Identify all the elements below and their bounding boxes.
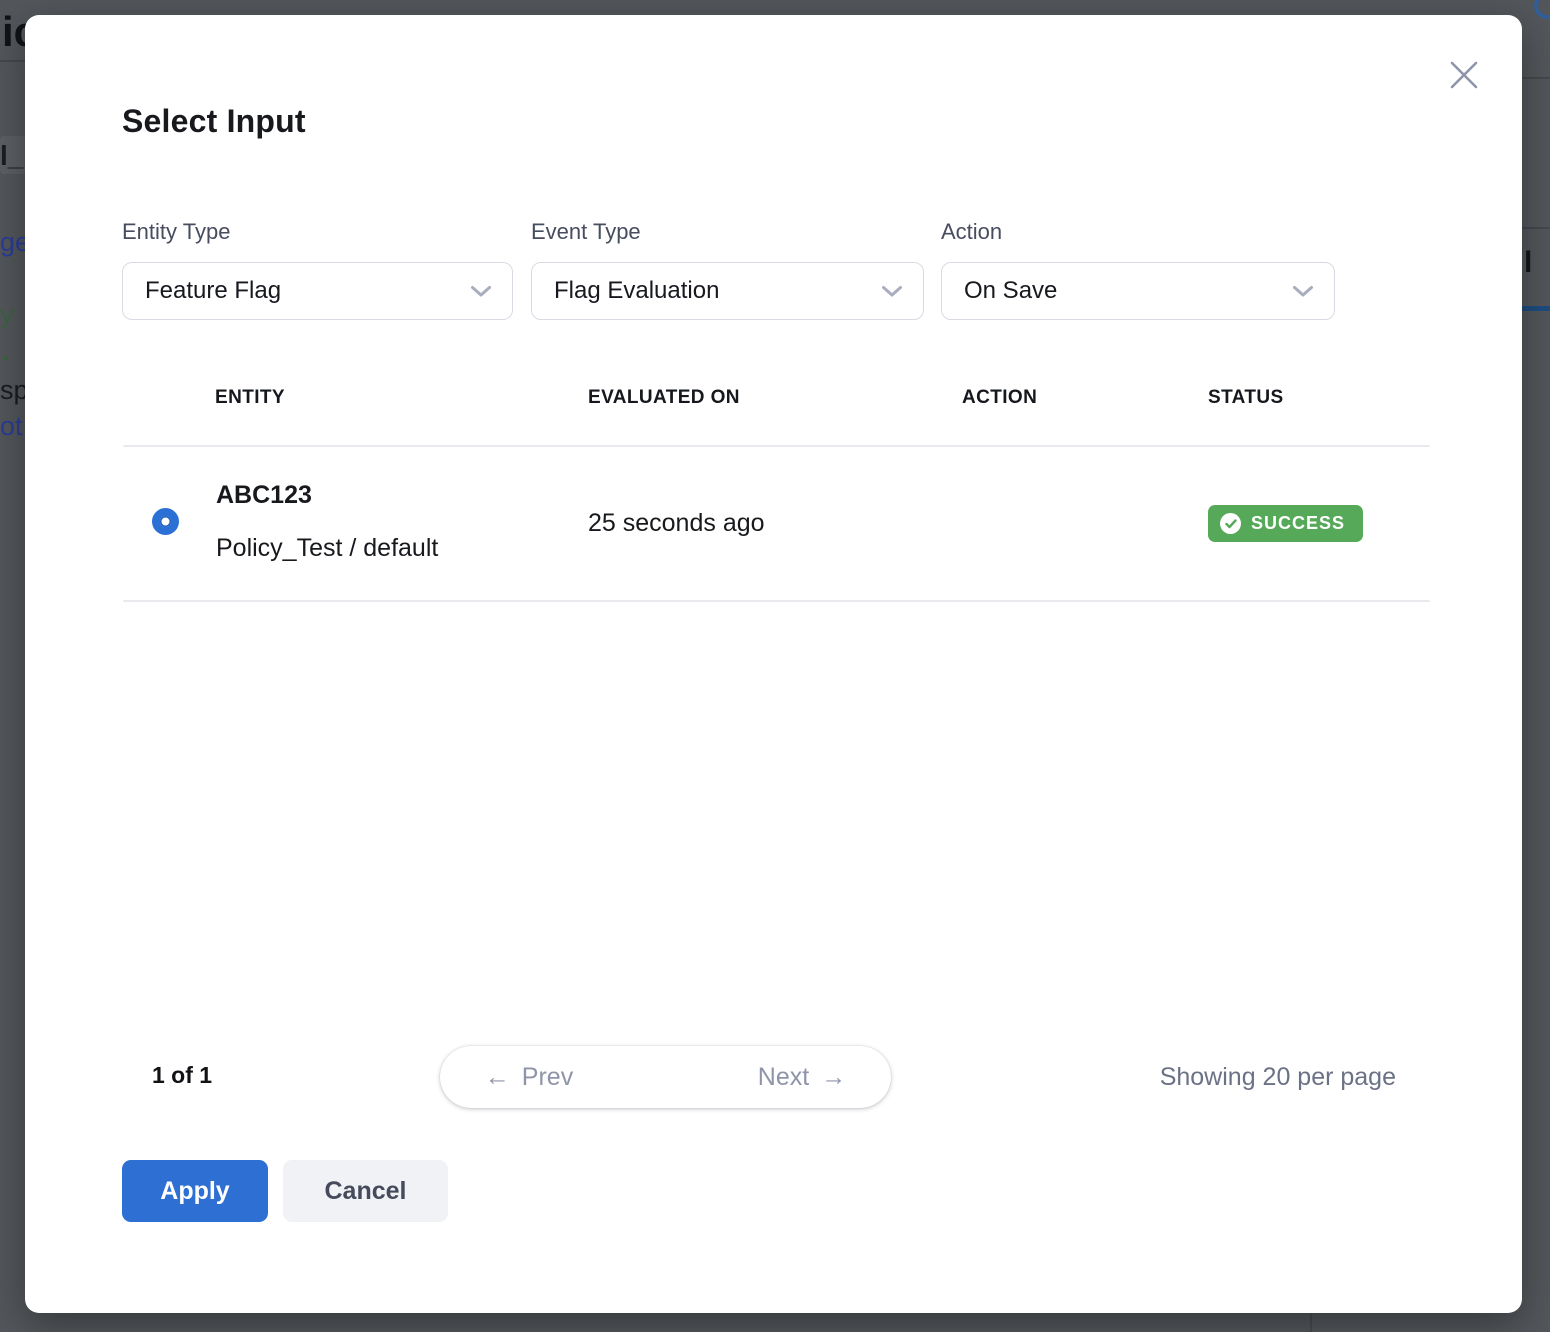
column-header-entity: ENTITY <box>215 387 285 409</box>
backdrop-panel-edge <box>1310 1313 1312 1332</box>
arrow-left-icon: ← <box>485 1063 510 1092</box>
backdrop-help-icon <box>1534 0 1550 19</box>
entity-type-value: Feature Flag <box>145 277 281 305</box>
action-select[interactable]: On Save <box>941 262 1335 320</box>
check-icon <box>1220 513 1241 534</box>
backdrop-active-tab-indicator <box>1522 306 1550 311</box>
current-page-number: 1 <box>659 1063 673 1092</box>
entity-subtitle: Policy_Test / default <box>216 534 438 563</box>
per-page-info: Showing 20 per page <box>1160 1063 1396 1092</box>
action-label: Action <box>941 219 1002 245</box>
cancel-button[interactable]: Cancel <box>283 1160 448 1222</box>
evaluated-on-value: 25 seconds ago <box>588 509 765 538</box>
backdrop-divider <box>1522 77 1550 79</box>
backdrop-tab-fragment: l <box>1524 246 1532 280</box>
prev-page-button[interactable]: ← Prev <box>440 1046 618 1108</box>
status-badge-label: SUCCESS <box>1251 513 1345 534</box>
column-header-action: ACTION <box>962 387 1037 409</box>
status-badge: SUCCESS <box>1208 505 1363 542</box>
column-header-evaluated-on: EVALUATED ON <box>588 387 740 409</box>
entity-name: ABC123 <box>216 481 312 510</box>
event-type-value: Flag Evaluation <box>554 277 719 305</box>
pagination-control: ← Prev 1 Next → <box>440 1046 891 1108</box>
arrow-right-icon: → <box>821 1063 846 1092</box>
page-summary: 1 of 1 <box>152 1062 212 1089</box>
chevron-down-icon <box>470 285 492 298</box>
table-row[interactable]: ABC123 Policy_Test / default 25 seconds … <box>123 447 1430 600</box>
backdrop-divider <box>1522 227 1550 229</box>
close-icon <box>1446 57 1482 93</box>
next-label: Next <box>758 1063 809 1092</box>
row-radio-selected[interactable] <box>152 508 179 535</box>
next-page-button[interactable]: Next → <box>713 1046 891 1108</box>
backdrop-divider <box>0 60 25 62</box>
chevron-down-icon <box>881 285 903 298</box>
column-header-status: STATUS <box>1208 387 1284 409</box>
chevron-down-icon <box>1292 285 1314 298</box>
backdrop-link-fragment-2: ot <box>0 411 23 442</box>
event-type-label: Event Type <box>531 219 641 245</box>
dialog-title: Select Input <box>122 103 306 140</box>
prev-label: Prev <box>522 1063 573 1092</box>
entity-type-label: Entity Type <box>122 219 230 245</box>
event-type-select[interactable]: Flag Evaluation <box>531 262 924 320</box>
close-button[interactable] <box>1444 55 1484 95</box>
table-divider <box>123 600 1430 602</box>
backdrop-dot-fragment: . <box>2 336 10 367</box>
current-page-button[interactable]: 1 <box>618 1046 713 1108</box>
action-value: On Save <box>964 277 1057 305</box>
entity-type-select[interactable]: Feature Flag <box>122 262 513 320</box>
select-input-dialog: Select Input Entity Type Feature Flag Ev… <box>25 15 1522 1313</box>
apply-button[interactable]: Apply <box>122 1160 268 1222</box>
backdrop-string-fragment: y <box>0 299 14 330</box>
